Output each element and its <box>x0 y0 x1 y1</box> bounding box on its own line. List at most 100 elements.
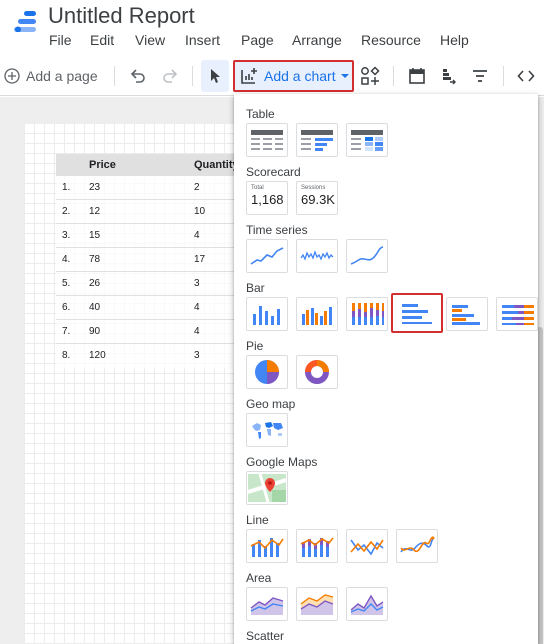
add-chart-button[interactable]: Add a chart <box>233 60 354 92</box>
toolbar-divider <box>393 66 394 86</box>
category-scorecard-label: Scorecard <box>246 165 301 179</box>
table-row: 8. 120 3 <box>56 344 254 368</box>
chart-option-scorecard[interactable]: Total 1,168 <box>246 181 288 215</box>
quantity-cell: 17 <box>194 254 206 265</box>
chart-option-bar[interactable] <box>391 293 443 333</box>
table-row: 5. 26 3 <box>56 272 254 296</box>
chart-option-column[interactable] <box>246 297 288 331</box>
chart-option-time-series[interactable] <box>246 239 288 273</box>
chart-option-donut[interactable] <box>296 355 338 389</box>
date-range-icon <box>409 68 425 84</box>
table-row: 4. 78 17 <box>56 248 254 272</box>
price-cell: 78 <box>89 254 101 265</box>
combo-chart-icon <box>250 538 284 557</box>
chart-option-area[interactable] <box>246 587 288 621</box>
100-stacked-bar-icon <box>502 305 534 325</box>
chart-option-stacked-column[interactable] <box>346 297 388 331</box>
data-control-icon <box>443 69 456 85</box>
redo-button[interactable] <box>156 56 184 96</box>
add-page-label: Add a page <box>26 68 98 84</box>
category-time-series-label: Time series <box>246 223 308 237</box>
chart-option-smoothed-time-series[interactable] <box>346 239 388 273</box>
quantity-cell: 2 <box>194 182 200 193</box>
100-stacked-column-icon <box>352 303 384 325</box>
toolbar-divider <box>114 66 115 86</box>
time-series-icon <box>250 247 284 265</box>
report-title[interactable]: Untitled Report <box>48 3 195 29</box>
table-with-bars-icon <box>301 130 333 151</box>
chart-option-100-stacked-area[interactable] <box>346 587 388 621</box>
chart-option-sparkline[interactable] <box>296 239 338 273</box>
chart-option-stacked-area[interactable] <box>296 587 338 621</box>
add-page-button[interactable]: Add a page <box>2 56 102 96</box>
add-control-button[interactable] <box>356 56 384 96</box>
data-studio-logo-icon <box>14 10 36 33</box>
chevron-down-icon <box>340 74 349 78</box>
table-with-heatmap-icon <box>351 130 383 151</box>
stacked-combo-icon <box>300 537 334 557</box>
column-chart-icon <box>253 306 280 325</box>
geo-map-icon <box>252 422 283 439</box>
line-chart-icon <box>350 539 384 556</box>
stacked-column-icon <box>302 307 332 325</box>
menu-page[interactable]: Page <box>241 32 274 48</box>
add-page-icon <box>4 68 20 84</box>
app-header: Untitled Report File Edit View Insert Pa… <box>0 0 544 56</box>
menu-view[interactable]: View <box>135 32 165 48</box>
filter-control-button[interactable] <box>466 56 494 96</box>
row-index: 8. <box>62 350 71 361</box>
quantity-cell: 10 <box>194 206 206 217</box>
table-icon <box>251 130 283 150</box>
chart-option-100-stacked-bar[interactable] <box>496 297 538 331</box>
category-google-maps-label: Google Maps <box>246 455 318 469</box>
filter-control-icon <box>473 70 487 82</box>
chart-option-table[interactable] <box>246 123 288 157</box>
code-embed-icon <box>517 70 535 82</box>
chart-option-table-heatmap[interactable] <box>346 123 388 157</box>
table-row: 1. 23 2 <box>56 176 254 200</box>
stacked-bar-icon <box>452 305 480 325</box>
toolbar-divider <box>192 66 193 86</box>
table-row: 3. 15 4 <box>56 224 254 248</box>
menu-help[interactable]: Help <box>440 32 469 48</box>
pie-chart-icon <box>255 360 279 384</box>
menu-insert[interactable]: Insert <box>185 32 220 48</box>
chart-option-combo[interactable] <box>246 529 288 563</box>
menu-file[interactable]: File <box>49 32 72 48</box>
embed-code-button[interactable] <box>512 56 540 96</box>
undo-icon <box>130 69 145 83</box>
row-index: 7. <box>62 326 71 337</box>
menu-arrange[interactable]: Arrange <box>292 32 342 48</box>
chart-option-geo-map[interactable] <box>246 413 288 447</box>
chart-option-scorecard-compact[interactable]: Sessions 69.3K <box>296 181 338 215</box>
table-row: 7. 90 4 <box>56 320 254 344</box>
price-cell: 120 <box>89 350 106 361</box>
chart-option-stacked-combo[interactable] <box>296 529 338 563</box>
bar-chart-icon <box>402 304 432 324</box>
report-page[interactable]: Price Quantity 1. 23 2 2. 12 10 3. 15 4 … <box>24 123 254 644</box>
date-range-button[interactable] <box>403 56 431 96</box>
column-header-quantity[interactable]: Quantity <box>194 159 239 171</box>
menu-resource[interactable]: Resource <box>361 32 421 48</box>
add-chart-label: Add a chart <box>264 68 336 84</box>
chart-option-pie[interactable] <box>246 355 288 389</box>
chart-option-grouped-column[interactable] <box>296 297 338 331</box>
chart-option-table-bars[interactable] <box>296 123 338 157</box>
chart-option-smoothed-line[interactable] <box>396 529 438 563</box>
scorecard-metric-value: 1,168 <box>251 192 284 207</box>
scorecard-metric-label: Total <box>251 185 264 191</box>
select-tool-button[interactable] <box>201 60 229 92</box>
price-cell: 90 <box>89 326 101 337</box>
select-pointer-icon <box>211 69 220 83</box>
chart-option-google-maps[interactable] <box>246 471 288 505</box>
category-pie-label: Pie <box>246 339 264 353</box>
table-row: 2. 12 10 <box>56 200 254 224</box>
category-geo-map-label: Geo map <box>246 397 296 411</box>
category-area-label: Area <box>246 571 272 585</box>
chart-option-stacked-bar[interactable] <box>446 297 488 331</box>
chart-option-line[interactable] <box>346 529 388 563</box>
undo-button[interactable] <box>124 56 152 96</box>
menu-edit[interactable]: Edit <box>90 32 114 48</box>
column-header-price[interactable]: Price <box>89 159 116 171</box>
data-control-button[interactable] <box>434 56 462 96</box>
